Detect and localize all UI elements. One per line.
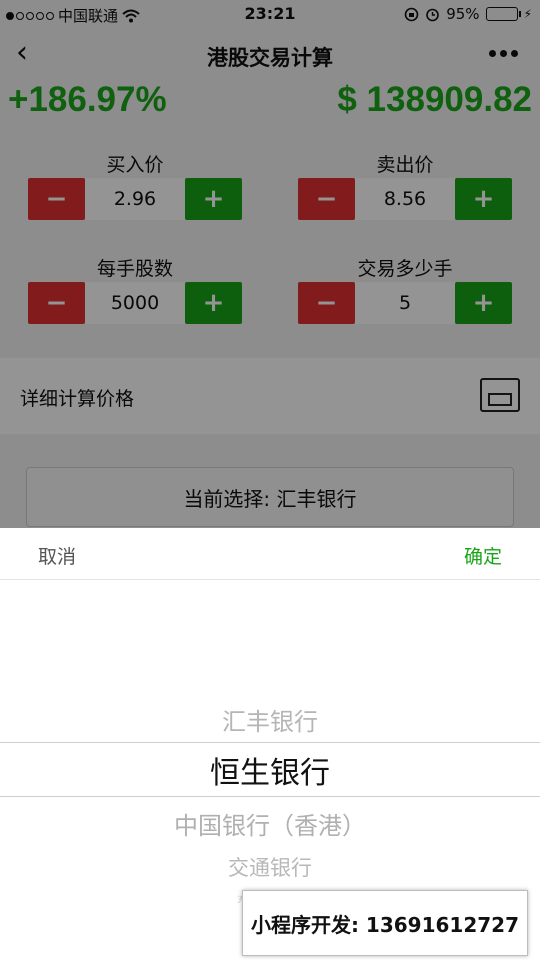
confirm-button[interactable]: 确定 xyxy=(464,542,502,569)
selection-top-line xyxy=(0,742,540,743)
contact-watermark: 小程序开发: 13691612727 xyxy=(242,890,528,956)
picker-option[interactable]: 中国银行（香港） xyxy=(0,806,540,841)
picker-option[interactable]: 交通银行 xyxy=(0,852,540,882)
picker-toolbar: 取消 确定 xyxy=(0,528,540,580)
picker-option[interactable]: 汇丰银行 xyxy=(0,702,540,737)
picker-option-selected[interactable]: 恒生银行 xyxy=(0,748,540,792)
cancel-button[interactable]: 取消 xyxy=(38,542,76,569)
modal-overlay[interactable] xyxy=(0,0,540,528)
selection-bottom-line xyxy=(0,796,540,797)
